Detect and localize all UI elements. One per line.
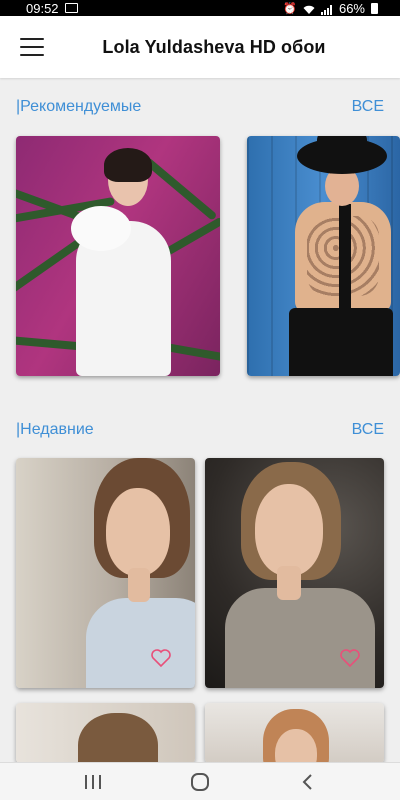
status-bar: 09:52 ⏰ 66%: [0, 0, 400, 16]
app-bar: Lola Yuldasheva HD обои: [0, 16, 400, 78]
featured-see-all-button[interactable]: ВСЕ: [352, 98, 384, 116]
recent-section-header: |Недавние ВСЕ: [0, 419, 400, 441]
app-title: Lola Yuldasheva HD обои: [102, 36, 326, 57]
alarm-icon: ⏰: [283, 2, 297, 15]
featured-wallpaper-card[interactable]: [247, 136, 400, 376]
battery-level: 66%: [338, 0, 365, 16]
back-icon[interactable]: [287, 767, 327, 797]
signal-icon: [320, 3, 333, 15]
image-icon: [64, 3, 78, 13]
recent-wallpaper-card[interactable]: [205, 703, 384, 763]
featured-section-header: |Рекомендуемые ВСЕ: [0, 96, 400, 118]
recent-wallpaper-card[interactable]: [16, 458, 195, 688]
featured-section-title: |Рекомендуемые: [16, 98, 142, 115]
recent-wallpaper-card[interactable]: [16, 703, 195, 763]
system-navigation-bar: [0, 762, 400, 800]
home-icon[interactable]: [180, 767, 220, 797]
recent-apps-icon[interactable]: [73, 767, 113, 797]
recent-see-all-button[interactable]: ВСЕ: [352, 421, 384, 439]
battery-icon: [371, 2, 378, 14]
featured-wallpaper-card[interactable]: [16, 136, 220, 376]
favorite-heart-icon[interactable]: [339, 648, 361, 668]
wifi-icon: [303, 3, 315, 14]
status-time: 09:52: [26, 0, 59, 16]
favorite-heart-icon[interactable]: [150, 648, 172, 668]
recent-wallpaper-card[interactable]: [205, 458, 384, 688]
hamburger-menu-icon[interactable]: [20, 38, 44, 56]
recent-section-title: |Недавние: [16, 421, 94, 438]
